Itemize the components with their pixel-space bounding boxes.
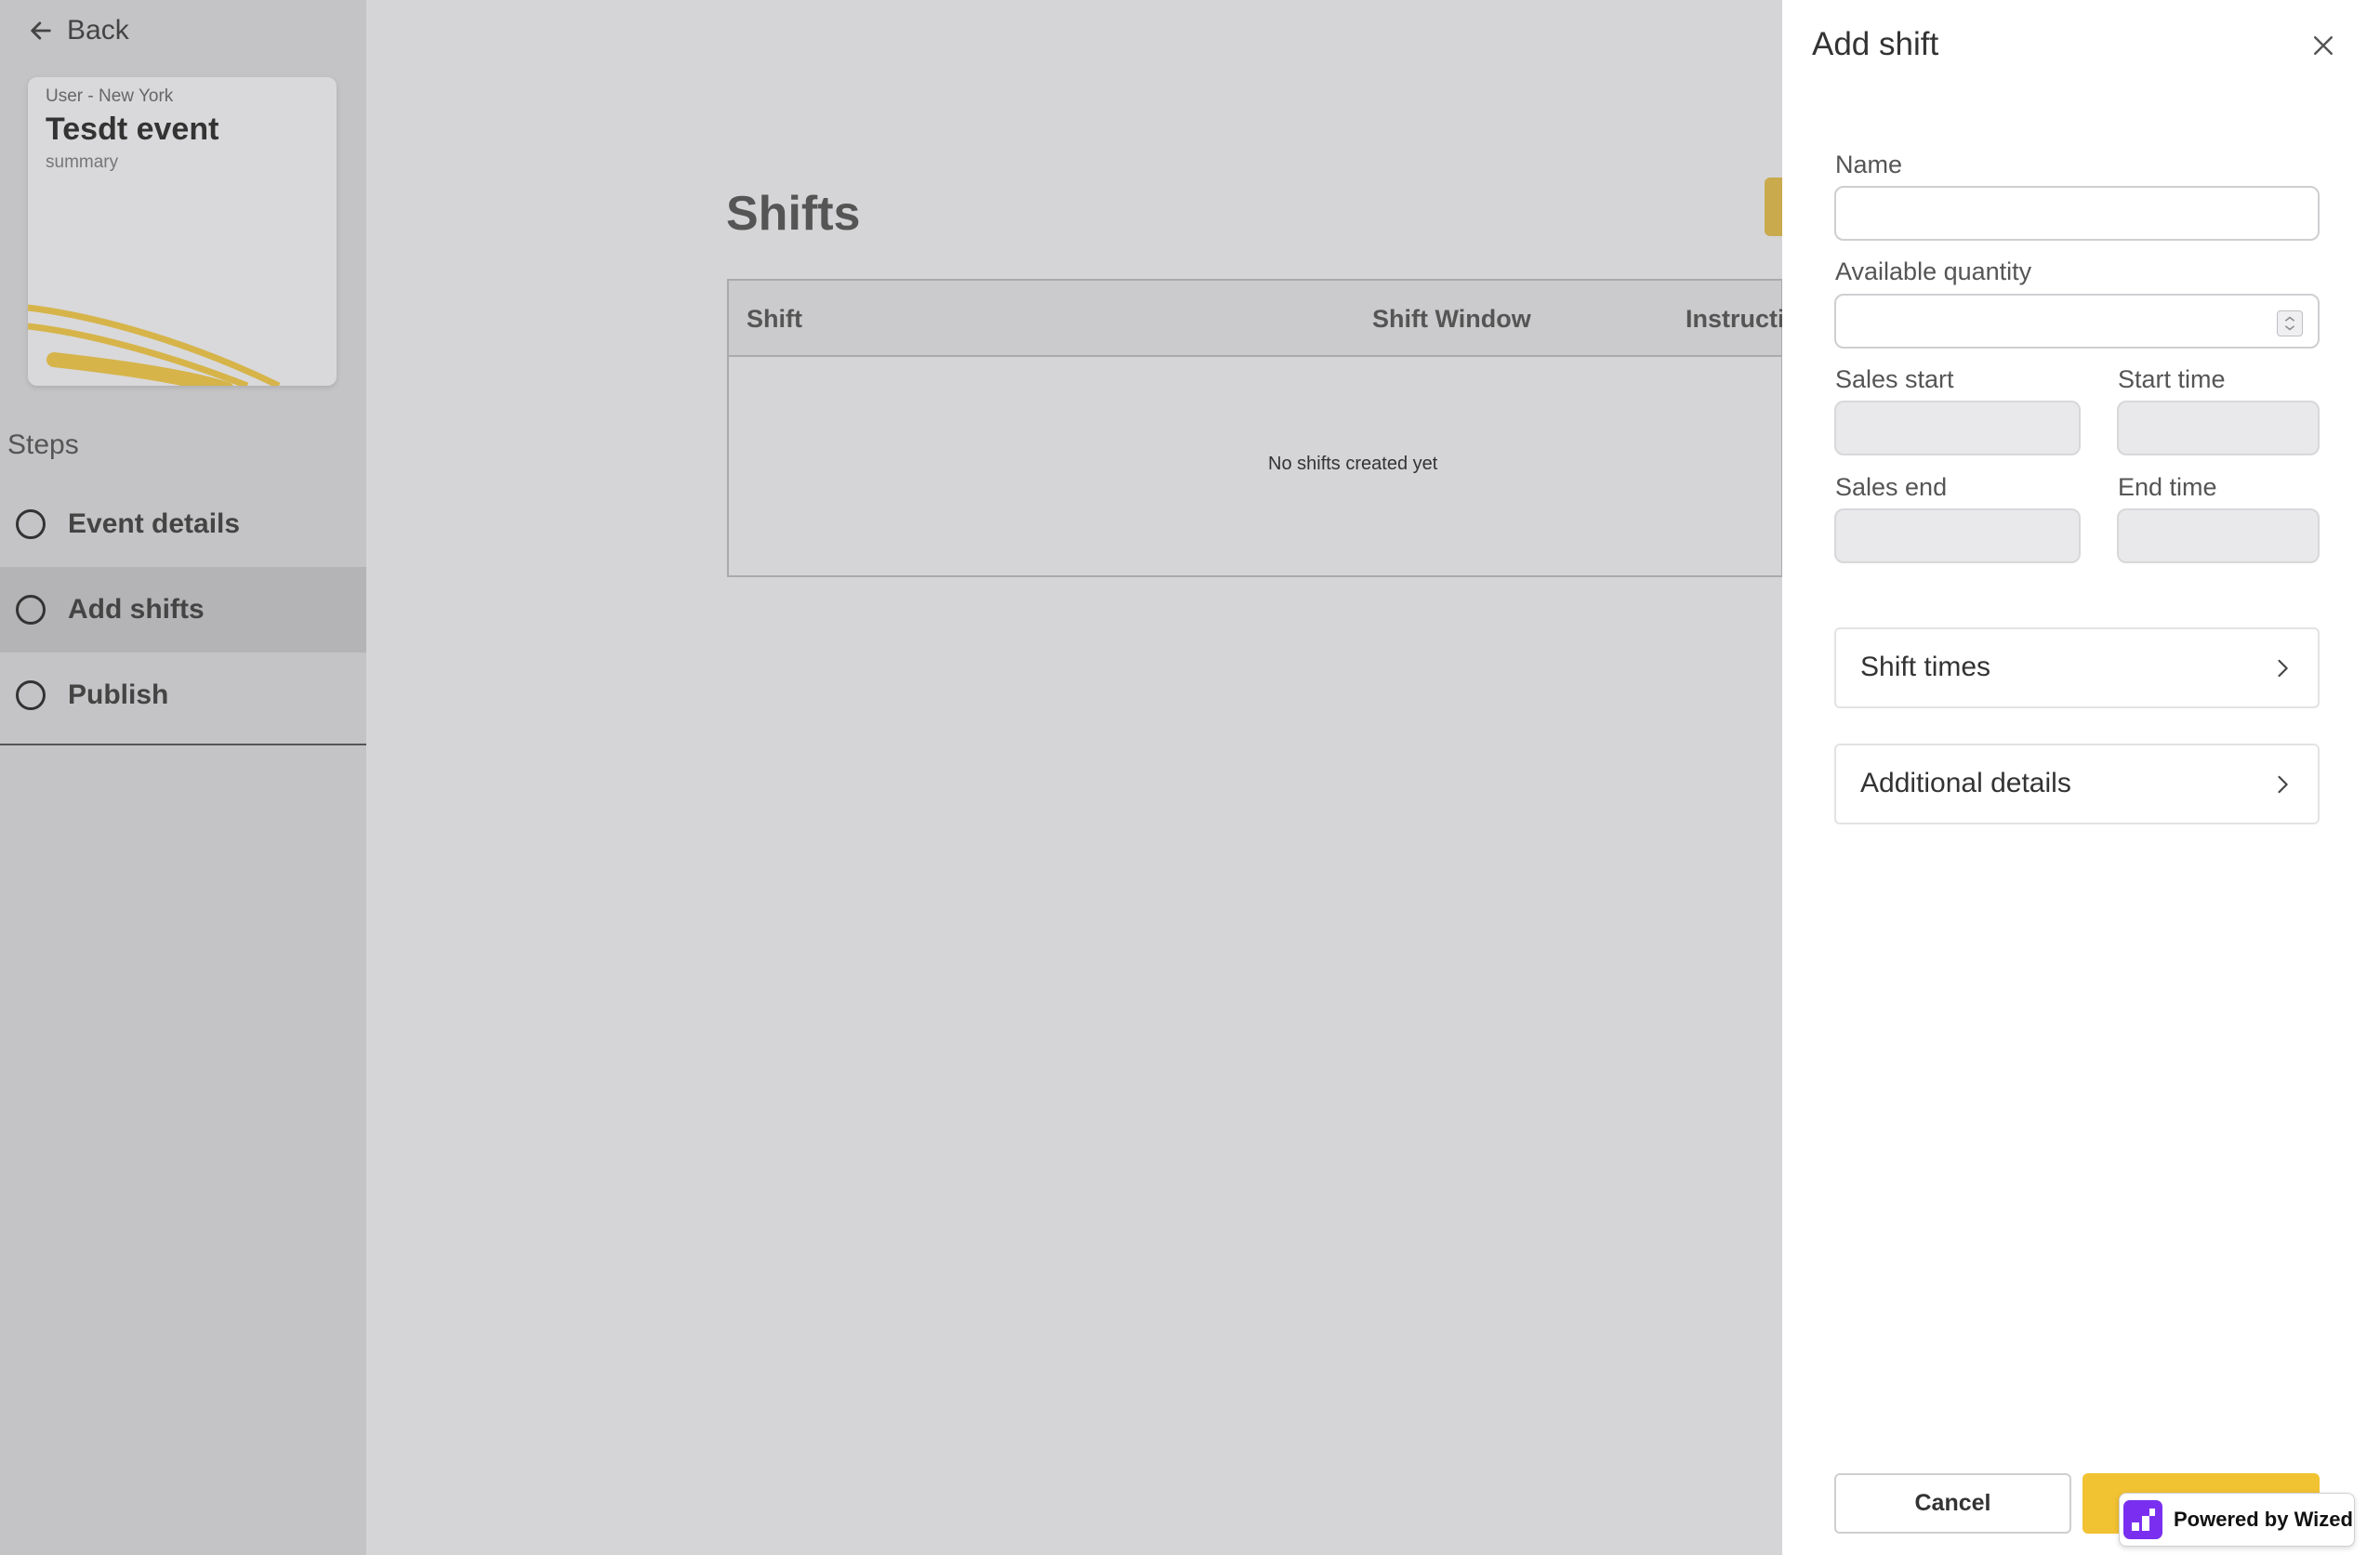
event-card-subtitle: User - New York [46, 86, 174, 106]
chevron-right-icon [2278, 775, 2288, 794]
step-add-shifts[interactable]: Add shifts [0, 567, 366, 652]
step-circle-icon [16, 509, 46, 539]
steps-divider [0, 744, 366, 745]
back-link[interactable]: Back [28, 15, 129, 46]
event-card-summary: summary [46, 152, 119, 172]
name-input[interactable] [1834, 186, 2320, 241]
page-title: Shifts [726, 187, 861, 241]
step-publish[interactable]: Publish [0, 652, 366, 738]
event-card[interactable]: User - New York Tesdt event summary [28, 77, 337, 386]
add-shift-button[interactable] [1765, 178, 1783, 236]
shifts-table: Shift Shift Window Instructi No shifts c… [727, 279, 1785, 577]
start-time-label: Start time [2118, 365, 2226, 393]
step-label: Event details [68, 508, 241, 539]
sales-end-label: Sales end [1835, 473, 1948, 501]
column-header-shift-window: Shift Window [1372, 305, 1531, 333]
wized-logo-icon [2123, 1500, 2162, 1539]
available-quantity-input[interactable] [1834, 294, 2320, 349]
sales-start-label: Sales start [1835, 365, 1954, 393]
powered-by-wized-badge[interactable]: Powered by Wized [2119, 1493, 2355, 1547]
step-label: Publish [68, 679, 169, 710]
additional-details-accordion[interactable]: Additional details [1834, 744, 2320, 824]
sidebar: Back User - New York Tesdt event summary… [0, 0, 366, 1555]
steps-heading: Steps [7, 429, 79, 460]
end-time-label: End time [2118, 473, 2217, 501]
add-shift-drawer: Add shift Name Available quantity Sales … [1782, 0, 2380, 1555]
empty-message: No shifts created yet [1268, 454, 1438, 474]
start-time-input[interactable] [2117, 401, 2320, 455]
end-time-input[interactable] [2117, 508, 2320, 563]
sales-end-input[interactable] [1834, 508, 2081, 563]
step-circle-icon [16, 680, 46, 710]
close-icon[interactable] [2309, 32, 2337, 59]
accordion-label: Additional details [1860, 768, 2071, 798]
event-card-title: Tesdt event [46, 112, 219, 147]
sales-start-input[interactable] [1834, 401, 2081, 455]
arrow-left-icon [31, 21, 51, 40]
accordion-label: Shift times [1860, 652, 1991, 682]
drawer-title: Add shift [1812, 26, 1939, 62]
cancel-button[interactable]: Cancel [1834, 1473, 2071, 1534]
event-card-artwork [28, 304, 281, 386]
table-header: Shift Shift Window Instructi [729, 281, 1785, 357]
chevron-right-icon [2278, 659, 2288, 678]
name-label: Name [1835, 151, 1903, 178]
quantity-stepper-icon[interactable] [2277, 310, 2303, 336]
column-header-instructions: Instructi [1686, 305, 1785, 333]
step-label: Add shifts [68, 594, 205, 625]
back-label: Back [67, 15, 129, 46]
wized-label: Powered by Wized [2174, 1508, 2353, 1531]
shift-times-accordion[interactable]: Shift times [1834, 627, 2320, 708]
column-header-shift: Shift [747, 305, 802, 333]
step-event-details[interactable]: Event details [0, 481, 366, 567]
step-circle-icon [16, 595, 46, 625]
available-quantity-label: Available quantity [1835, 257, 2032, 285]
